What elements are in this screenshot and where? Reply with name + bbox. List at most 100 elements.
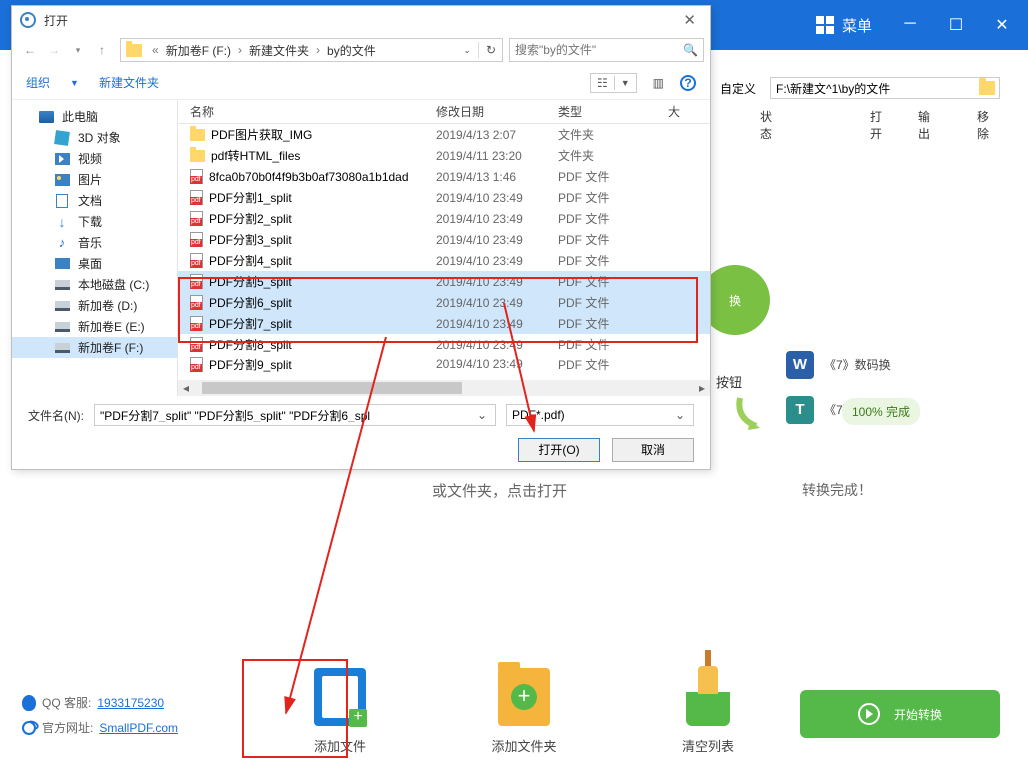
address-bar[interactable]: « 新加卷F (F:) › 新建文件夹 › by的文件 ⌄ ↻ (120, 38, 503, 62)
col-date[interactable]: 修改日期 (436, 103, 558, 120)
new-folder-button[interactable]: 新建文件夹 (99, 74, 159, 91)
refresh-button[interactable]: ↻ (480, 43, 502, 57)
file-date: 2019/4/13 2:07 (436, 128, 558, 142)
file-date: 2019/4/10 23:49 (436, 296, 558, 310)
open-button[interactable]: 打开(O) (518, 438, 600, 462)
close-button[interactable]: ✕ (994, 15, 1010, 35)
filename-input-box[interactable]: ⌄ (94, 404, 496, 426)
tree-item[interactable]: 图片 (12, 169, 177, 190)
file-row[interactable]: 8fca0b70b0f4f9b3b0af73080a1b1dad2019/4/1… (178, 166, 710, 187)
folder-icon[interactable] (979, 81, 995, 95)
header-state: 状态 (760, 108, 772, 142)
file-row[interactable]: PDF分割5_split2019/4/10 23:49PDF 文件 (178, 271, 710, 292)
breadcrumb-item[interactable]: 新建文件夹 (247, 42, 311, 59)
addr-dropdown-button[interactable]: ⌄ (457, 45, 477, 56)
add-folder-button[interactable]: 添加文件夹 (432, 668, 616, 755)
dialog-toolbar: 组织▼ 新建文件夹 ☷▼ ▥ ? (12, 66, 710, 100)
file-row[interactable]: PDF分割8_split2019/4/10 23:49PDF 文件 (178, 334, 710, 355)
text-icon: T (786, 396, 814, 424)
tree-item[interactable]: 新加卷F (F:) (12, 337, 177, 358)
scroll-right-button[interactable]: ▸ (694, 381, 710, 395)
chevron-right-icon[interactable]: « (147, 43, 164, 57)
nav-up-button[interactable]: ↑ (90, 43, 114, 57)
scroll-left-button[interactable]: ◂ (178, 381, 194, 395)
filename-input[interactable] (100, 408, 474, 422)
minimize-button[interactable]: ─ (902, 15, 918, 35)
horizontal-scrollbar[interactable]: ◂ ▸ (178, 380, 710, 396)
tree-item[interactable]: ↓下载 (12, 211, 177, 232)
filename-label: 文件名(N): (28, 407, 84, 424)
tree-item[interactable]: ♪音乐 (12, 232, 177, 253)
tree-item-label: 此电脑 (62, 108, 98, 125)
search-box[interactable]: 🔍 (509, 38, 704, 62)
nav-recent-button[interactable]: ▾ (66, 45, 90, 56)
output-path-input[interactable]: F:\新建文^1\by的文件 (770, 77, 1000, 99)
tree-item[interactable]: 新加卷 (D:) (12, 295, 177, 316)
file-name: PDF分割1_split (209, 189, 292, 206)
clear-list-button[interactable]: 清空列表 (616, 668, 800, 755)
scroll-track[interactable] (194, 381, 694, 395)
file-row[interactable]: PDF分割4_split2019/4/10 23:49PDF 文件 (178, 250, 710, 271)
doc-icon (54, 194, 70, 208)
file-name: pdf转HTML_files (211, 147, 300, 164)
file-name: PDF分割2_split (209, 210, 292, 227)
filter-dropdown-button[interactable]: ⌄ (672, 408, 688, 422)
result-row[interactable]: W 《7》数码换 (786, 342, 891, 387)
tree-item[interactable]: 本地磁盘 (C:) (12, 274, 177, 295)
progress-pill: 100% 完成 (842, 398, 920, 425)
file-row[interactable]: PDF分割2_split2019/4/10 23:49PDF 文件 (178, 208, 710, 229)
breadcrumb-item[interactable]: 新加卷F (F:) (164, 42, 233, 59)
tree-item-label: 新加卷 (D:) (78, 297, 137, 314)
col-type[interactable]: 类型 (558, 103, 668, 120)
tree-item[interactable]: 文档 (12, 190, 177, 211)
cancel-button[interactable]: 取消 (612, 438, 694, 462)
breadcrumb-item[interactable]: by的文件 (325, 42, 378, 59)
tree-item[interactable]: 3D 对象 (12, 127, 177, 148)
nav-back-button[interactable]: ← (18, 43, 42, 57)
result-label: 《7》数码换 (824, 356, 891, 373)
file-row[interactable]: PDF分割6_split2019/4/10 23:49PDF 文件 (178, 292, 710, 313)
file-row[interactable]: PDF分割3_split2019/4/10 23:49PDF 文件 (178, 229, 710, 250)
folder-tree[interactable]: 此电脑 3D 对象视频图片文档↓下载♪音乐桌面本地磁盘 (C:) 新加卷 (D:) 新… (12, 100, 178, 396)
music-icon: ♪ (54, 236, 70, 250)
tree-item[interactable]: 新加卷E (E:) (12, 316, 177, 337)
pdf-icon (190, 253, 203, 268)
file-row[interactable]: PDF分割1_split2019/4/10 23:49PDF 文件 (178, 187, 710, 208)
menu-button[interactable]: 菜单 (804, 15, 902, 36)
tree-item[interactable]: 此电脑 (12, 106, 177, 127)
preview-pane-button[interactable]: ▥ (653, 76, 664, 90)
file-date: 2019/4/10 23:49 (436, 338, 558, 352)
file-date: 2019/4/10 23:49 (436, 254, 558, 268)
pdf-icon (190, 169, 203, 184)
file-date: 2019/4/10 23:49 (436, 212, 558, 226)
col-size[interactable]: 大 (668, 103, 710, 120)
scroll-thumb[interactable] (202, 382, 462, 394)
nav-forward-button[interactable]: → (42, 43, 66, 57)
qq-link[interactable]: 1933175230 (97, 696, 164, 710)
file-row[interactable]: PDF分割9_split2019/4/10 23:49PDF 文件 (178, 355, 710, 373)
col-name[interactable]: 名称 (178, 103, 436, 120)
file-row[interactable]: pdf转HTML_files2019/4/11 23:20文件夹 (178, 145, 710, 166)
file-list[interactable]: 名称 修改日期 类型 大 PDF图片获取_IMG2019/4/13 2:07文件… (178, 100, 710, 396)
filename-dropdown-button[interactable]: ⌄ (474, 408, 490, 422)
help-button[interactable]: ? (680, 75, 696, 91)
start-convert-button[interactable]: 开始转换 (800, 690, 1000, 738)
maximize-button[interactable]: ☐ (948, 15, 964, 35)
filetype-filter[interactable]: PDF*.pdf) ⌄ (506, 404, 694, 426)
clear-icon (682, 668, 734, 726)
search-input[interactable] (515, 43, 683, 57)
file-row[interactable]: PDF分割7_split2019/4/10 23:49PDF 文件 (178, 313, 710, 334)
organize-button[interactable]: 组织 (26, 74, 50, 91)
disk-icon (54, 278, 70, 292)
search-icon[interactable]: 🔍 (683, 43, 698, 57)
file-type: PDF 文件 (558, 336, 668, 353)
folder-icon (126, 44, 142, 57)
dialog-close-button[interactable]: ✕ (677, 9, 702, 31)
tree-item[interactable]: 视频 (12, 148, 177, 169)
site-link[interactable]: SmallPDF.com (99, 721, 178, 735)
view-mode-button[interactable]: ☷▼ (590, 73, 637, 93)
custom-label: 自定义 (720, 80, 756, 97)
tree-item[interactable]: 桌面 (12, 253, 177, 274)
chevron-right-icon: › (233, 43, 247, 57)
file-row[interactable]: PDF图片获取_IMG2019/4/13 2:07文件夹 (178, 124, 710, 145)
